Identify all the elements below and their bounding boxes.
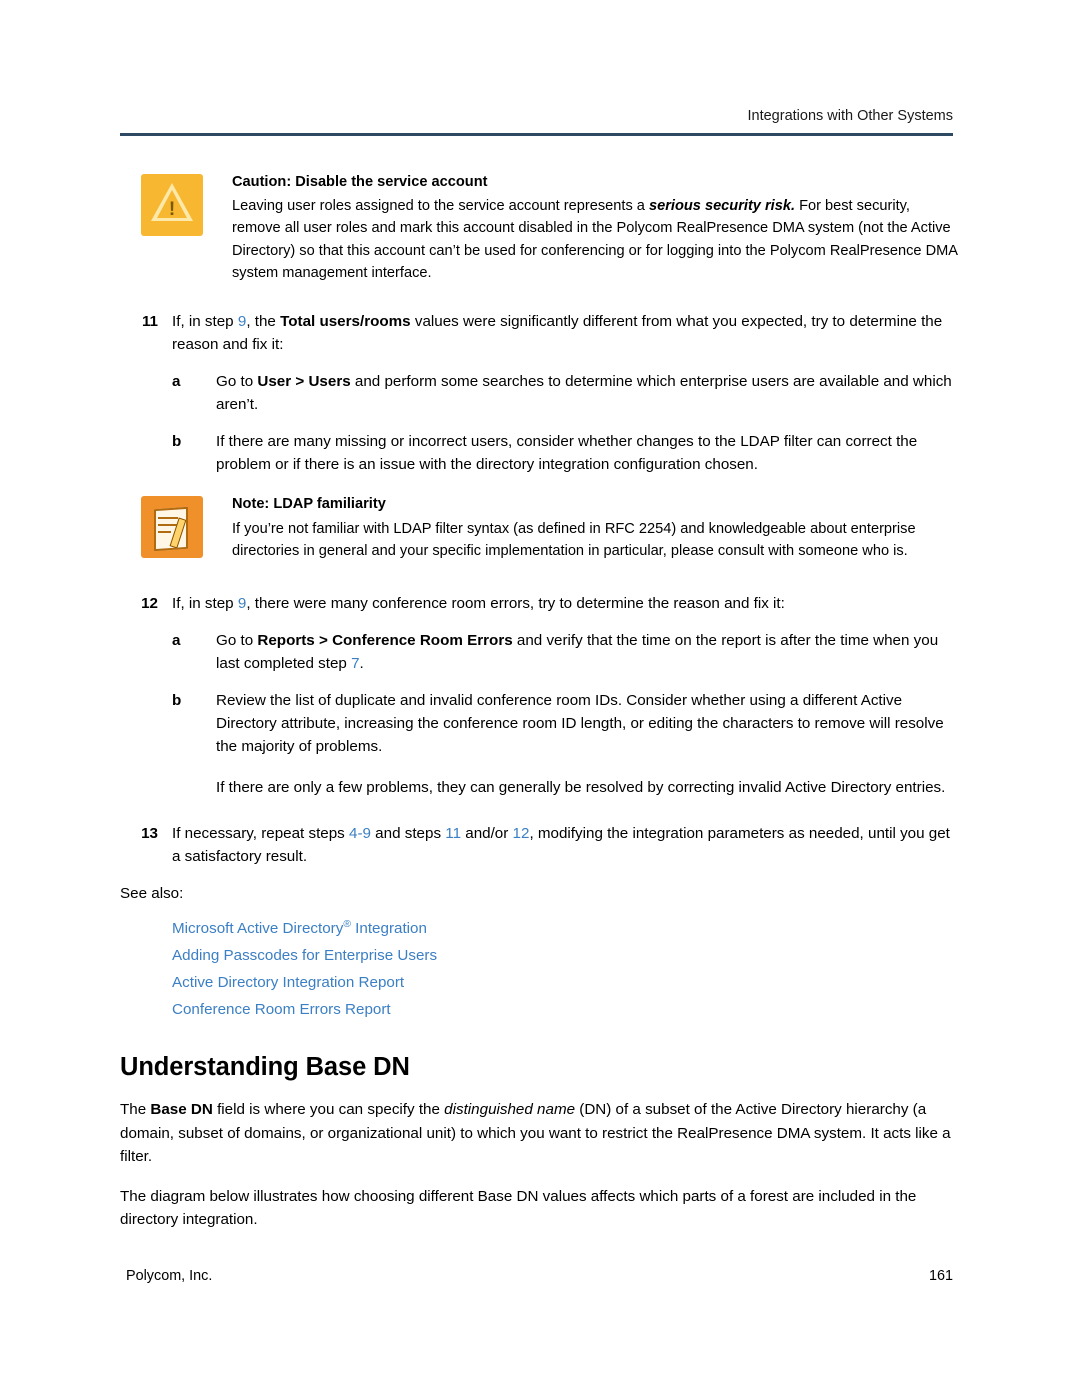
caution-body-part1: Leaving user roles assigned to the servi… xyxy=(232,198,649,215)
link-text-1: Active Directory Integration Report xyxy=(172,973,405,991)
note-title: Note: LDAP familiarity xyxy=(232,496,386,513)
link-text-1: Microsoft Active Directory xyxy=(172,919,344,937)
see-also-link-list: Microsoft Active Directory® Integration … xyxy=(120,915,960,1023)
step-13-number: 13 xyxy=(141,824,158,842)
step-11-number: 11 xyxy=(141,312,158,330)
step-11a: a Go to User > Users and perform some sea… xyxy=(120,370,960,416)
caution-body: Leaving user roles assigned to the servi… xyxy=(232,195,960,284)
para1-bold: Base DN xyxy=(150,1101,213,1119)
step-12b: b Review the list of duplicate and invali… xyxy=(120,689,960,758)
step-13-text-3: and/or xyxy=(461,824,513,842)
step-13: 13 If necessary, repeat steps 4-9 and ste… xyxy=(120,822,960,868)
step-12a-letter: a xyxy=(172,632,181,649)
step-11-text-2: , the xyxy=(246,312,281,330)
link-active-directory-integration-report[interactable]: Active Directory Integration Report xyxy=(172,969,960,996)
note-admonition: Note: LDAP familiarity If you’re not fam… xyxy=(120,494,960,562)
link-microsoft-active-directory-integration[interactable]: Microsoft Active Directory® Integration xyxy=(172,915,960,942)
caution-admonition: ! Caution: Disable the service account L… xyxy=(120,172,960,284)
step-12-text-1: If, in step xyxy=(172,594,238,612)
step-11-text-1: If, in step xyxy=(172,312,238,330)
section-paragraph-2: The diagram below illustrates how choosi… xyxy=(120,1187,917,1229)
para1-text-b: field is where you can specify the xyxy=(212,1101,445,1119)
step-12: 12 If, in step 9, there were many confere… xyxy=(120,592,960,615)
step-11-bold: Total users/rooms xyxy=(280,312,411,330)
step-12a-text-3: . xyxy=(359,655,364,673)
para1-italic: distinguished name xyxy=(444,1101,576,1119)
step-13-xref-4-9[interactable]: 4-9 xyxy=(349,825,371,842)
caution-body-emphasis: serious security risk. xyxy=(648,198,796,215)
note-pencil-icon xyxy=(141,496,203,559)
link-text-1: Conference Room Errors Report xyxy=(172,1000,391,1018)
step-13-xref-11[interactable]: 11 xyxy=(445,825,461,842)
link-adding-passcodes-for-enterprise-users[interactable]: Adding Passcodes for Enterprise Users xyxy=(172,942,960,969)
note-body: If you’re not familiar with LDAP filter … xyxy=(232,520,916,559)
section-heading: Understanding Base DN xyxy=(120,1053,410,1082)
step-11b: b If there are many missing or incorrect … xyxy=(120,430,960,476)
step-12b-text: Review the list of duplicate and invalid… xyxy=(216,692,944,756)
caution-title: Caution: Disable the service account xyxy=(232,174,488,190)
warning-triangle-icon: ! xyxy=(141,174,203,236)
header-divider xyxy=(120,133,953,136)
see-also-label: See also: xyxy=(120,884,184,902)
running-header: Integrations with Other Systems xyxy=(747,108,954,124)
step-12a-bold: Reports > Conference Room Errors xyxy=(257,632,513,649)
step-13-text-2: and steps xyxy=(370,824,446,842)
document-page: Integrations with Other Systems ! Cautio… xyxy=(0,0,1080,1397)
step-13-xref-12[interactable]: 12 xyxy=(513,825,530,842)
link-text-1: Adding Passcodes for Enterprise Users xyxy=(172,946,438,964)
step-11: 11 If, in step 9, the Total users/rooms v… xyxy=(120,310,960,356)
step-13-text-1: If necessary, repeat steps xyxy=(172,824,349,842)
section-paragraph-1: The Base DN field is where you can speci… xyxy=(120,1098,960,1169)
page-content: ! Caution: Disable the service account L… xyxy=(120,172,960,1232)
step-12a-xref-7[interactable]: 7 xyxy=(351,655,359,672)
para1-text-a: The xyxy=(120,1101,151,1119)
step-11a-bold: User > Users xyxy=(257,373,351,391)
step-12b-letter: b xyxy=(172,692,182,710)
step-11a-text-1: Go to xyxy=(216,373,258,391)
step-12a-text-1: Go to xyxy=(216,632,258,649)
registered-mark: ® xyxy=(343,918,351,930)
footer-page-number: 161 xyxy=(928,1268,953,1284)
step-12-extra-paragraph: If there are only a few problems, they c… xyxy=(216,779,946,797)
link-conference-room-errors-report[interactable]: Conference Room Errors Report xyxy=(172,996,960,1023)
step-12a: a Go to Reports > Conference Room Errors … xyxy=(120,629,960,675)
step-12-text-2: , there were many conference room errors… xyxy=(246,594,785,612)
step-11b-text: If there are many missing or incorrect u… xyxy=(216,433,918,474)
step-12-number: 12 xyxy=(141,594,158,612)
step-11a-letter: a xyxy=(172,373,181,391)
link-text-2: Integration xyxy=(350,919,427,937)
step-11b-letter: b xyxy=(172,433,182,451)
